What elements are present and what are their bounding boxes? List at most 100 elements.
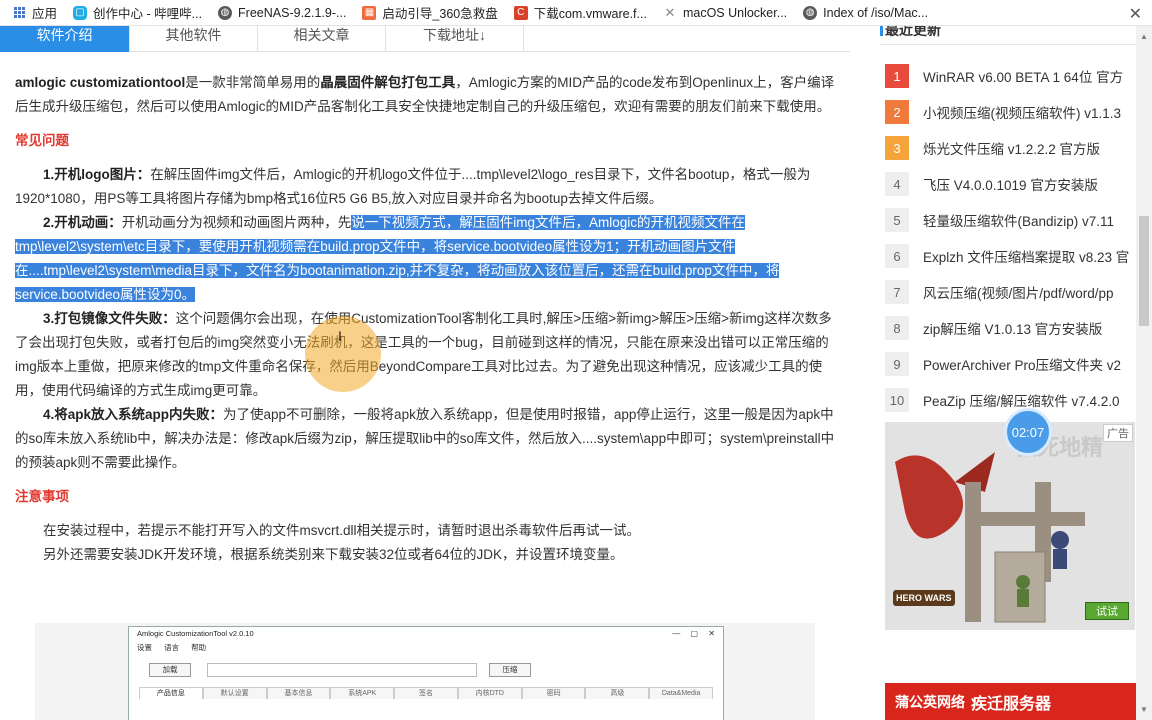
list-item[interactable]: 9 PowerArchiver Pro压缩文件夹 v2 [885,346,1140,382]
faq-item-title: 2.开机动画： [43,215,122,230]
list-item[interactable]: 5 轻量级压缩软件(Bandizip) v7.11 [885,202,1140,238]
rank-badge: 7 [885,280,909,304]
tool-load-button: 加载 [149,663,191,677]
bookmarks-bar: 应用 ▢ 创作中心 - 哔哩哔... ◍ FreeNAS-9.2.1.9-...… [0,0,1152,26]
list-item-label: 轻量级压缩软件(Bandizip) v7.11 [923,214,1115,229]
bookmark-unlocker[interactable]: ✕ macOS Unlocker... [663,4,788,20]
article-tabs: 软件介绍 其他软件 相关文章 下载地址↓ [0,26,850,52]
faq-item-text: 开机动画分为视频和动画图片两种，先 [121,215,352,230]
rank-badge: 8 [885,316,909,340]
note-2: 另外还需要安装JDK开发环境，根据系统类别来下载安装32位或者64位的JDK，并… [43,547,624,562]
bookmark-bilibili[interactable]: ▢ 创作中心 - 哔哩哔... [73,3,202,22]
intro-text: 是一款非常简单易用的 [185,75,321,90]
bilibili-icon: ▢ [73,5,88,20]
ad-tag[interactable]: 广告 [1103,424,1133,442]
software-screenshot: Amlogic CustomizationTool v2.0.10 — ▢ ✕ … [35,623,815,720]
faq-item-4: 4.将apk放入系统app内失败：为了使app不可删除，一般将apk放入系统ap… [15,403,835,475]
faq-item-2: 2.开机动画：开机动画分为视频和动画图片两种，先说一下视频方式，解压固件img文… [15,211,835,307]
list-item-label: PeaZip 压缩/解压缩软件 v7.4.2.0 [923,394,1120,409]
bookmark-freenas[interactable]: ◍ FreeNAS-9.2.1.9-... [218,5,347,20]
bookmark-label: 创作中心 - 哔哩哔... [93,7,203,21]
tool-tab: 默认设置 [202,687,267,699]
list-item[interactable]: 8 zip解压缩 V1.0.13 官方安装版 [885,310,1140,346]
tool-menu-item: 帮助 [191,643,207,652]
tool-tab: 高级 [585,687,650,699]
list-item[interactable]: 4 飞压 V4.0.0.1019 官方安装版 [885,166,1140,202]
game-ad[interactable]: 广告 救死地精 HERO WARS 试试 [885,422,1135,630]
intro-bold-name: amlogic customizationtool [15,75,186,90]
ad-play-button[interactable]: 试试 [1085,602,1129,620]
c-icon: C [513,5,528,20]
tab-label: 其他软件 [165,27,222,43]
bookmark-vmware[interactable]: C 下载com.vmware.f... [513,3,647,22]
list-item-label: PowerArchiver Pro压缩文件夹 v2 [923,358,1122,373]
bookmark-label: 启动引导_360急救盘 [382,7,498,21]
article-content: amlogic customizationtool是一款非常简单易用的晶晨固件解… [15,71,835,567]
timer-badge: 02:07 [1004,408,1052,456]
tool-tab: 密码 [521,687,586,699]
rank-badge: 2 [885,100,909,124]
list-item-label: WinRAR v6.00 BETA 1 64位 官方 [923,70,1124,85]
close-icon[interactable]: ✕ [1129,4,1142,24]
list-item[interactable]: 7 风云压缩(视频/图片/pdf/word/pp [885,274,1140,310]
tool-tab: Data&Media [649,687,714,699]
scrollbar-thumb[interactable] [1139,216,1149,326]
faq-heading: 常见问题 [15,133,69,148]
faq-item-title: 1.开机logo图片： [43,167,151,182]
list-item-label: 风云压缩(视频/图片/pdf/word/pp [923,286,1114,301]
tab-download[interactable]: 下载地址↓ [386,26,524,52]
tool-path-input [207,663,477,677]
hosting-banner[interactable]: 蒲公英网络 疾迁服务器 [885,683,1137,720]
rank-badge: 5 [885,208,909,232]
x-icon: ✕ [664,4,676,20]
list-item[interactable]: 6 Explzh 文件压缩档案提取 v8.23 官 [885,238,1140,274]
bookmark-label: FreeNAS-9.2.1.9-... [238,5,347,20]
tool-tabs: 产品信息 默认设置 基本信息 系统APK 签名 内核DTD 密码 高级 Data… [139,687,714,699]
rank-badge: 6 [885,244,909,268]
bookmark-label: 应用 [32,7,58,21]
tool-menu: 设置 语言 帮助 [129,641,723,654]
sidebar-heading: 最近更新 [880,26,941,40]
tool-compress-button: 压缩 [489,663,531,677]
tab-related-articles[interactable]: 相关文章 [258,26,386,52]
sidebar-divider [880,44,1138,45]
scroll-down-icon[interactable]: ▼ [1140,705,1148,714]
cursor-highlight [305,316,381,392]
tab-other-software[interactable]: 其他软件 [130,26,258,52]
page-scrollbar[interactable]: ▲ ▼ [1136,26,1152,720]
bookmark-apps[interactable]: 应用 [12,3,57,22]
sidebar: 最近更新 1 WinRAR v6.00 BETA 1 64位 官方 2 小视频压缩(… [850,26,1152,720]
window-controls-icon: — ▢ ✕ [672,629,719,638]
list-item-label: Explzh 文件压缩档案提取 v8.23 官 [923,250,1130,265]
rank-badge: 3 [885,136,909,160]
list-item[interactable]: 2 小视频压缩(视频压缩软件) v1.1.3 [885,94,1140,130]
list-item-label: 小视频压缩(视频压缩软件) v1.1.3 [923,106,1122,121]
article-panel: 软件介绍 其他软件 相关文章 下载地址↓ amlogic customizati… [0,26,850,720]
rank-badge: 9 [885,352,909,376]
faq-item-1: 1.开机logo图片：在解压固件img文件后，Amlogic的开机logo文件位… [15,163,835,211]
list-item[interactable]: 3 烁光文件压缩 v1.2.2.2 官方版 [885,130,1140,166]
recent-updates-list: 1 WinRAR v6.00 BETA 1 64位 官方 2 小视频压缩(视频压缩软… [885,58,1140,418]
tool-tab: 产品信息 [139,687,203,699]
list-item-label: 烁光文件压缩 v1.2.2.2 官方版 [923,142,1101,157]
list-item[interactable]: 1 WinRAR v6.00 BETA 1 64位 官方 [885,58,1140,94]
tool-tab: 内核DTD [457,687,522,699]
globe-icon: ◍ [803,5,818,20]
globe-icon: ◍ [218,5,233,20]
tab-intro[interactable]: 软件介绍 [0,26,130,52]
bookmark-iso-index[interactable]: ◍ Index of /iso/Mac... [803,5,928,20]
tab-label: 软件介绍 [36,27,93,43]
banner-logo: 蒲公英网络 [895,693,965,710]
rank-badge: 4 [885,172,909,196]
rank-badge: 10 [885,388,909,412]
bookmark-360[interactable]: ▦ 启动引导_360急救盘 [362,3,498,22]
bookmark-label: 下载com.vmware.f... [533,7,647,21]
tool-menu-item: 设置 [137,643,152,652]
list-item-label: 飞压 V4.0.0.1019 官方安装版 [923,178,1098,193]
faq-item-title: 3.打包镜像文件失败： [43,311,176,326]
ad-logo: HERO WARS [893,590,955,606]
scroll-up-icon[interactable]: ▲ [1140,32,1148,41]
text-cursor-icon: I [338,328,342,344]
faq-item-3: 3.打包镜像文件失败：这个问题偶尔会出现，在使用CustomizationToo… [15,307,835,403]
intro-bold-desc: 晶晨固件解包打包工具 [320,75,456,90]
